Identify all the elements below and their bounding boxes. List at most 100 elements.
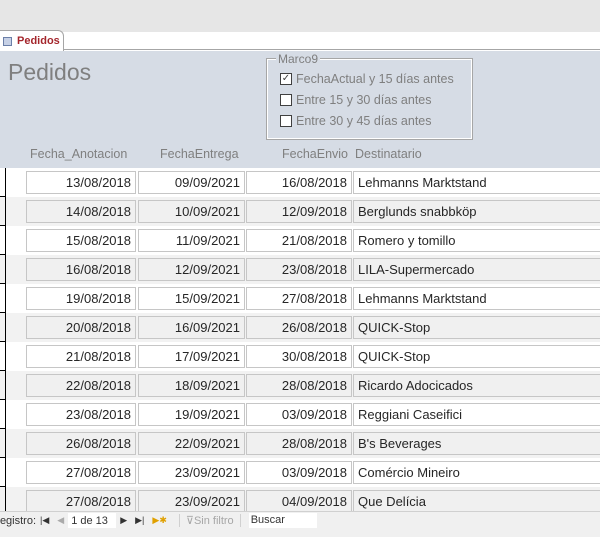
fecha-anotacion-field[interactable]: 15/08/2018 bbox=[26, 229, 136, 252]
record-selector[interactable] bbox=[0, 371, 6, 400]
fecha-entrega-field[interactable]: 09/09/2021 bbox=[138, 171, 245, 194]
record-selector[interactable] bbox=[0, 284, 6, 313]
fecha-anotacion-field[interactable]: 19/08/2018 bbox=[26, 287, 136, 310]
destinatario-field[interactable]: Comércio Mineiro bbox=[353, 461, 600, 484]
destinatario-field[interactable]: LILA-Supermercado bbox=[353, 258, 600, 281]
fecha-envio-field[interactable]: 03/09/2018 bbox=[246, 461, 352, 484]
fecha-entrega-field[interactable]: 17/09/2021 bbox=[138, 345, 245, 368]
fecha-envio-field[interactable]: 12/09/2018 bbox=[246, 200, 352, 223]
record-selector[interactable] bbox=[0, 313, 6, 342]
fecha-entrega-field[interactable]: 19/09/2021 bbox=[138, 403, 245, 426]
fecha-envio-field[interactable]: 26/08/2018 bbox=[246, 316, 352, 339]
record-row: 21/08/2018 17/09/2021 30/08/2018 QUICK-Stop bbox=[0, 342, 600, 371]
fecha-anotacion-field[interactable]: 26/08/2018 bbox=[26, 432, 136, 455]
fecha-entrega-field[interactable]: 22/09/2021 bbox=[138, 432, 245, 455]
fecha-envio-field[interactable]: 28/08/2018 bbox=[246, 374, 352, 397]
record-selector[interactable] bbox=[0, 429, 6, 458]
destinatario-field[interactable]: Lehmanns Marktstand bbox=[353, 287, 600, 310]
option-label: Entre 30 y 45 días antes bbox=[296, 114, 432, 128]
record-selector[interactable] bbox=[0, 226, 6, 255]
option-30-45[interactable]: Entre 30 y 45 días antes bbox=[280, 114, 432, 128]
destinatario-field[interactable]: QUICK-Stop bbox=[353, 345, 600, 368]
fecha-entrega-field[interactable]: 12/09/2021 bbox=[138, 258, 245, 281]
checkbox-icon[interactable] bbox=[280, 115, 292, 127]
checkbox-icon[interactable] bbox=[280, 94, 292, 106]
record-selector[interactable] bbox=[0, 197, 6, 226]
record-row: 23/08/2018 19/09/2021 03/09/2018 Reggiani C… bbox=[0, 400, 600, 429]
fecha-anotacion-field[interactable]: 23/08/2018 bbox=[26, 403, 136, 426]
fecha-anotacion-field[interactable]: 27/08/2018 bbox=[26, 461, 136, 484]
record-selector[interactable] bbox=[0, 458, 6, 487]
record-row: 26/08/2018 22/09/2021 28/08/2018 B's Bevera… bbox=[0, 429, 600, 458]
first-record-icon[interactable]: |◀ bbox=[36, 515, 53, 526]
fecha-anotacion-field[interactable]: 20/08/2018 bbox=[26, 316, 136, 339]
option-label: Entre 15 y 30 días antes bbox=[296, 93, 432, 107]
destinatario-field[interactable]: QUICK-Stop bbox=[353, 316, 600, 339]
frame-label: Marco9 bbox=[276, 52, 321, 66]
tab-pedidos[interactable]: Pedidos bbox=[0, 30, 64, 51]
record-row: 15/08/2018 11/09/2021 21/08/2018 Romero y t… bbox=[0, 226, 600, 255]
filter-button[interactable]: ⊽ Sin filtro bbox=[178, 514, 241, 527]
record-selector[interactable] bbox=[0, 400, 6, 429]
fecha-anotacion-field[interactable]: 13/08/2018 bbox=[26, 171, 136, 194]
form-icon bbox=[3, 36, 12, 46]
column-header-fecha-entrega: FechaEntrega bbox=[160, 147, 239, 161]
destinatario-field[interactable]: B's Beverages bbox=[353, 432, 600, 455]
fecha-anotacion-field[interactable]: 22/08/2018 bbox=[26, 374, 136, 397]
record-position-input[interactable]: 1 de 13 bbox=[68, 513, 117, 528]
destinatario-field[interactable]: Que Delícia bbox=[353, 490, 600, 511]
search-input[interactable]: Buscar bbox=[248, 513, 317, 528]
new-record-icon[interactable]: ▶✱ bbox=[148, 515, 170, 526]
option-label: FechaActual y 15 días antes bbox=[296, 72, 454, 86]
tab-label: Pedidos bbox=[17, 35, 60, 47]
destinatario-field[interactable]: Romero y tomillo bbox=[353, 229, 600, 252]
destinatario-field[interactable]: Berglunds snabbköp bbox=[353, 200, 600, 223]
record-row: 14/08/2018 10/09/2021 12/09/2018 Berglunds … bbox=[0, 197, 600, 226]
form-title: Pedidos bbox=[8, 59, 92, 85]
fecha-envio-field[interactable]: 16/08/2018 bbox=[246, 171, 352, 194]
fecha-anotacion-field[interactable]: 21/08/2018 bbox=[26, 345, 136, 368]
fecha-envio-field[interactable]: 23/08/2018 bbox=[246, 258, 352, 281]
column-header-fecha-anotacion: Fecha_Anotacion bbox=[30, 147, 128, 161]
record-selector[interactable] bbox=[0, 342, 6, 371]
record-row: 13/08/2018 09/09/2021 16/08/2018 Lehmanns M… bbox=[0, 168, 600, 197]
fecha-envio-field[interactable]: 21/08/2018 bbox=[246, 229, 352, 252]
nav-label: Registro: bbox=[0, 514, 37, 527]
title-bar-area bbox=[0, 0, 600, 32]
destinatario-field[interactable]: Ricardo Adocicados bbox=[353, 374, 600, 397]
fecha-anotacion-field[interactable]: 27/08/2018 bbox=[26, 490, 136, 511]
record-row: 27/08/2018 23/09/2021 04/09/2018 Que Delíci… bbox=[0, 487, 600, 511]
record-selector[interactable] bbox=[0, 487, 6, 511]
fecha-entrega-field[interactable]: 10/09/2021 bbox=[138, 200, 245, 223]
destinatario-field[interactable]: Reggiani Caseifici bbox=[353, 403, 600, 426]
filter-icon: ⊽ bbox=[185, 515, 194, 527]
fecha-envio-field[interactable]: 30/08/2018 bbox=[246, 345, 352, 368]
fecha-envio-field[interactable]: 27/08/2018 bbox=[246, 287, 352, 310]
fecha-entrega-field[interactable]: 23/09/2021 bbox=[138, 490, 245, 511]
option-frame: Marco9 ✓ FechaActual y 15 días antes Ent… bbox=[266, 52, 473, 140]
record-row: 16/08/2018 12/09/2021 23/08/2018 LILA-Super… bbox=[0, 255, 600, 284]
record-selector[interactable] bbox=[0, 168, 6, 197]
checkbox-checked-icon[interactable]: ✓ bbox=[280, 73, 292, 85]
fecha-entrega-field[interactable]: 23/09/2021 bbox=[138, 461, 245, 484]
fecha-entrega-field[interactable]: 16/09/2021 bbox=[138, 316, 245, 339]
option-15-30[interactable]: Entre 15 y 30 días antes bbox=[280, 93, 432, 107]
fecha-envio-field[interactable]: 04/09/2018 bbox=[246, 490, 352, 511]
form-header: Pedidos Marco9 ✓ FechaActual y 15 días a… bbox=[0, 51, 600, 168]
fecha-anotacion-field[interactable]: 14/08/2018 bbox=[26, 200, 136, 223]
fecha-entrega-field[interactable]: 11/09/2021 bbox=[138, 229, 245, 252]
fecha-envio-field[interactable]: 28/08/2018 bbox=[246, 432, 352, 455]
destinatario-field[interactable]: Lehmanns Marktstand bbox=[353, 171, 600, 194]
filter-label: Sin filtro bbox=[193, 515, 234, 527]
tab-strip bbox=[0, 32, 600, 50]
record-row: 19/08/2018 15/09/2021 27/08/2018 Lehmanns M… bbox=[0, 284, 600, 313]
fecha-entrega-field[interactable]: 18/09/2021 bbox=[138, 374, 245, 397]
fecha-entrega-field[interactable]: 15/09/2021 bbox=[138, 287, 245, 310]
record-selector[interactable] bbox=[0, 255, 6, 284]
fecha-envio-field[interactable]: 03/09/2018 bbox=[246, 403, 352, 426]
option-fecha-actual[interactable]: ✓ FechaActual y 15 días antes bbox=[280, 72, 454, 86]
next-record-icon[interactable]: ▶ bbox=[116, 515, 131, 526]
fecha-anotacion-field[interactable]: 16/08/2018 bbox=[26, 258, 136, 281]
last-record-icon[interactable]: ▶| bbox=[131, 515, 148, 526]
previous-record-icon[interactable]: ◀ bbox=[53, 515, 68, 526]
